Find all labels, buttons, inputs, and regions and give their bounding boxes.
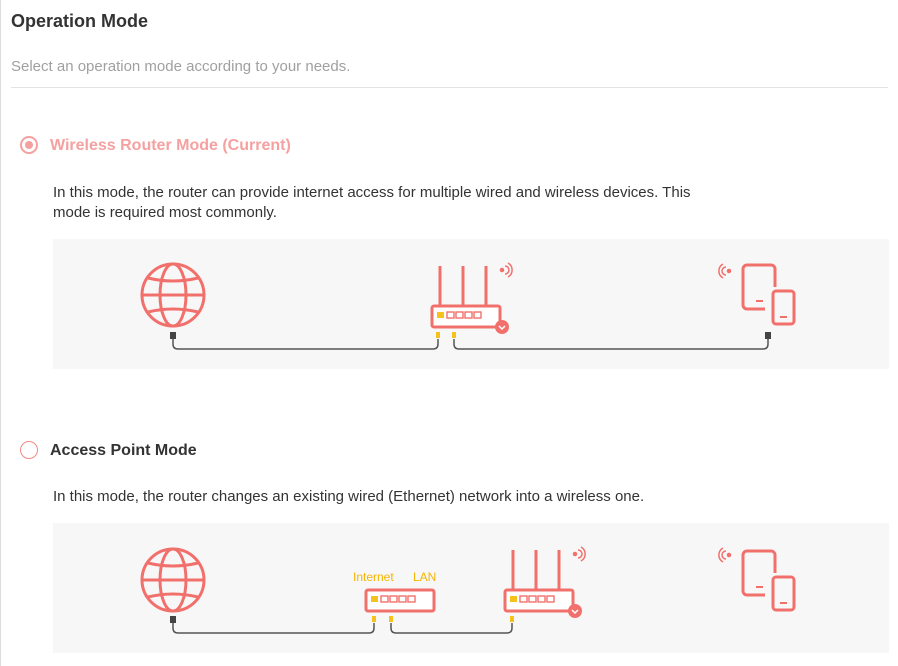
router-icon (503, 550, 582, 622)
access-point-mode-diagram: Internet LAN (53, 523, 889, 653)
wifi-signal-icon (499, 262, 513, 278)
access-point-mode-description: In this mode, the router changes an exis… (53, 488, 645, 505)
lan-port-label: LAN (413, 570, 436, 584)
tablet-phone-icon (741, 263, 796, 326)
globe-connector (170, 616, 176, 623)
wifi-signal-icon (718, 547, 732, 563)
router-icon (430, 266, 509, 338)
cable (172, 623, 513, 634)
device-connector (765, 332, 771, 339)
wireless-router-mode-description-line1: In this mode, the router can provide int… (53, 184, 691, 201)
access-point-mode-radio[interactable] (20, 441, 38, 459)
cable (172, 339, 769, 350)
switch-icon (364, 588, 436, 622)
page-subtitle: Select an operation mode according to yo… (11, 58, 351, 75)
wireless-router-mode-label[interactable]: Wireless Router Mode (Current) (50, 137, 291, 155)
divider (11, 87, 888, 88)
wireless-router-mode-description-line2: mode is required most commonly. (53, 204, 277, 221)
globe-connector (170, 332, 176, 339)
globe-icon (140, 262, 206, 328)
access-point-mode-label[interactable]: Access Point Mode (50, 442, 197, 460)
wifi-signal-icon (718, 263, 732, 279)
tablet-phone-icon (741, 549, 796, 612)
panel-border (0, 0, 1, 666)
wifi-signal-icon (572, 546, 586, 562)
internet-port-label: Internet (353, 570, 394, 584)
globe-icon (140, 547, 206, 613)
page-title: Operation Mode (11, 11, 149, 31)
wireless-router-mode-radio[interactable] (20, 136, 38, 154)
wireless-router-mode-diagram (53, 239, 889, 369)
